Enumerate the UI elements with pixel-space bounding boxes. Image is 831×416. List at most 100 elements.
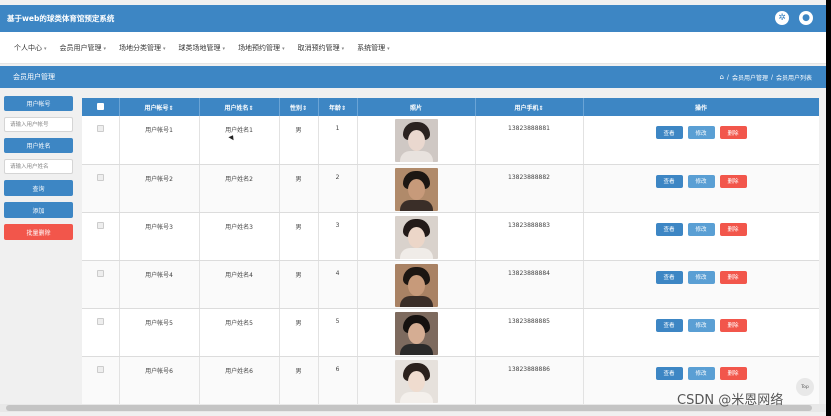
nav-item-venue-booking[interactable]: 场地预约管理 ▾ bbox=[238, 43, 285, 53]
account-search-input[interactable] bbox=[4, 117, 73, 132]
column-header[interactable]: 性别⇕ bbox=[279, 98, 319, 116]
table-row: 用户帐号2 用户姓名2 男 2 13823888882 查看 修改 删除 bbox=[82, 164, 819, 213]
user-photo bbox=[394, 311, 438, 355]
delete-button[interactable]: 删除 bbox=[719, 366, 747, 380]
name-label: 用户姓名 bbox=[4, 138, 73, 153]
view-button[interactable]: 查看 bbox=[655, 174, 683, 188]
actions-cell: 查看 修改 删除 bbox=[583, 212, 819, 261]
add-button[interactable]: 添加 bbox=[4, 202, 73, 218]
user-photo bbox=[394, 119, 438, 162]
nav-item-member-users[interactable]: 会员用户管理 ▾ bbox=[60, 43, 107, 53]
view-button[interactable]: 查看 bbox=[655, 126, 683, 139]
nav-item-personal-center[interactable]: 个人中心 ▾ bbox=[14, 43, 47, 53]
photo-cell bbox=[357, 116, 476, 165]
age-cell: 6 bbox=[318, 356, 358, 405]
row-checkbox[interactable] bbox=[96, 125, 104, 132]
name-cell: 用户姓名4 bbox=[199, 260, 280, 309]
edit-button[interactable]: 修改 bbox=[687, 174, 715, 188]
column-header[interactable]: 用户帐号⇕ bbox=[119, 98, 200, 116]
name-cell: 用户姓名5 bbox=[199, 308, 280, 357]
sort-icon: ⇕ bbox=[168, 104, 174, 112]
row-checkbox[interactable] bbox=[96, 365, 104, 373]
row-checkbox[interactable] bbox=[96, 269, 104, 277]
view-button[interactable]: 查看 bbox=[655, 366, 683, 380]
edit-button[interactable]: 修改 bbox=[687, 126, 715, 139]
actions-cell: 查看 修改 删除 bbox=[583, 260, 819, 309]
vertical-scrollbar[interactable] bbox=[826, 0, 831, 416]
home-icon[interactable]: ⌂ bbox=[719, 73, 723, 81]
view-button[interactable]: 查看 bbox=[655, 222, 683, 236]
breadcrumb-item[interactable]: 会员用户管理 bbox=[732, 73, 768, 82]
table-row: 用户帐号3 用户姓名3 男 3 13823888883 查看 修改 删除 bbox=[82, 212, 819, 261]
breadcrumb-bar: 会员用户管理 ⌂ / 会员用户管理 / 会员用户列表 bbox=[0, 66, 826, 88]
edit-button[interactable]: 修改 bbox=[687, 366, 715, 380]
user-icon[interactable]: ● bbox=[799, 11, 813, 25]
table-row: 用户帐号1 用户姓名1 男 1 13823888881 查看 修改 删除 bbox=[82, 116, 819, 165]
age-cell: 5 bbox=[318, 308, 358, 357]
sort-icon: ⇕ bbox=[248, 104, 254, 112]
gender-cell: 男 bbox=[279, 212, 319, 261]
settings-icon[interactable]: ✲ bbox=[775, 11, 789, 25]
column-header: 操作 bbox=[583, 98, 819, 116]
delete-button[interactable]: 删除 bbox=[719, 318, 747, 332]
edit-button[interactable]: 修改 bbox=[687, 222, 715, 236]
select-cell bbox=[82, 116, 120, 165]
delete-button[interactable]: 删除 bbox=[719, 222, 747, 236]
query-button[interactable]: 查询 bbox=[4, 180, 73, 196]
photo-cell bbox=[357, 164, 476, 213]
delete-button[interactable]: 删除 bbox=[719, 270, 747, 284]
nav-item-ball-venue[interactable]: 球类场地管理 ▾ bbox=[179, 43, 226, 53]
view-button[interactable]: 查看 bbox=[655, 270, 683, 284]
name-cell: 用户姓名2 bbox=[199, 164, 280, 213]
delete-button[interactable]: 删除 bbox=[719, 174, 747, 188]
column-header[interactable]: 年龄⇕ bbox=[318, 98, 358, 116]
back-to-top-button[interactable]: Top bbox=[796, 378, 814, 396]
nav-item-cancel-booking[interactable]: 取消预约管理 ▾ bbox=[298, 43, 345, 53]
account-cell: 用户帐号6 bbox=[119, 356, 200, 405]
chevron-down-icon: ▾ bbox=[387, 45, 390, 52]
chevron-down-icon: ▾ bbox=[341, 45, 345, 52]
table-header-row: 用户帐号⇕ 用户姓名⇕ 性别⇕ 年龄⇕ 照片 用户手机⇕ 操作 bbox=[82, 98, 819, 116]
chevron-down-icon: ▾ bbox=[163, 45, 166, 52]
user-photo bbox=[394, 167, 438, 211]
table-row: 用户帐号4 用户姓名4 男 4 13823888884 查看 修改 删除 bbox=[82, 260, 819, 309]
phone-cell: 13823888881 bbox=[475, 116, 584, 165]
row-checkbox[interactable] bbox=[96, 317, 104, 325]
phone-cell: 13823888886 bbox=[475, 356, 584, 405]
sort-icon: ⇕ bbox=[340, 104, 347, 112]
edit-button[interactable]: 修改 bbox=[687, 270, 715, 284]
account-cell: 用户帐号3 bbox=[119, 212, 200, 261]
gender-cell: 男 bbox=[279, 308, 319, 357]
user-table: 用户帐号⇕ 用户姓名⇕ 性别⇕ 年龄⇕ 照片 用户手机⇕ 操作 用户帐号1 用户… bbox=[82, 98, 819, 405]
nav-item-venue-category[interactable]: 场地分类管理 ▾ bbox=[119, 43, 166, 53]
watermark: CSDN @米恩网络 bbox=[677, 393, 784, 408]
user-photo bbox=[394, 215, 438, 259]
view-button[interactable]: 查看 bbox=[655, 318, 683, 332]
chevron-down-icon: ▾ bbox=[103, 45, 107, 52]
gender-cell: 男 bbox=[279, 116, 319, 165]
photo-cell bbox=[357, 356, 476, 405]
batch-delete-button[interactable]: 批量删除 bbox=[4, 224, 73, 240]
sort-icon: ⇕ bbox=[538, 104, 544, 112]
breadcrumb: ⌂ / 会员用户管理 / 会员用户列表 bbox=[719, 73, 812, 82]
age-cell: 3 bbox=[318, 212, 358, 261]
select-all-checkbox[interactable] bbox=[96, 102, 104, 110]
nav-item-system[interactable]: 系统管理 ▾ bbox=[357, 43, 390, 53]
column-header[interactable]: 用户手机⇕ bbox=[475, 98, 584, 116]
sort-icon: ⇕ bbox=[301, 104, 308, 112]
column-header[interactable]: 用户姓名⇕ bbox=[199, 98, 280, 116]
actions-cell: 查看 修改 删除 bbox=[583, 308, 819, 357]
chevron-down-icon: ▾ bbox=[222, 45, 226, 52]
name-search-input[interactable] bbox=[4, 159, 73, 174]
delete-button[interactable]: 删除 bbox=[719, 126, 747, 139]
table-row: 用户帐号5 用户姓名5 男 5 13823888885 查看 修改 删除 bbox=[82, 308, 819, 357]
phone-cell: 13823888884 bbox=[475, 260, 584, 309]
breadcrumb-item: 会员用户列表 bbox=[775, 74, 812, 82]
photo-cell bbox=[357, 260, 476, 309]
name-cell: 用户姓名3 bbox=[199, 212, 280, 261]
page-title: 会员用户管理 bbox=[13, 73, 55, 81]
account-cell: 用户帐号1 bbox=[119, 116, 200, 165]
row-checkbox[interactable] bbox=[96, 221, 104, 229]
row-checkbox[interactable] bbox=[96, 173, 104, 181]
edit-button[interactable]: 修改 bbox=[687, 318, 715, 332]
